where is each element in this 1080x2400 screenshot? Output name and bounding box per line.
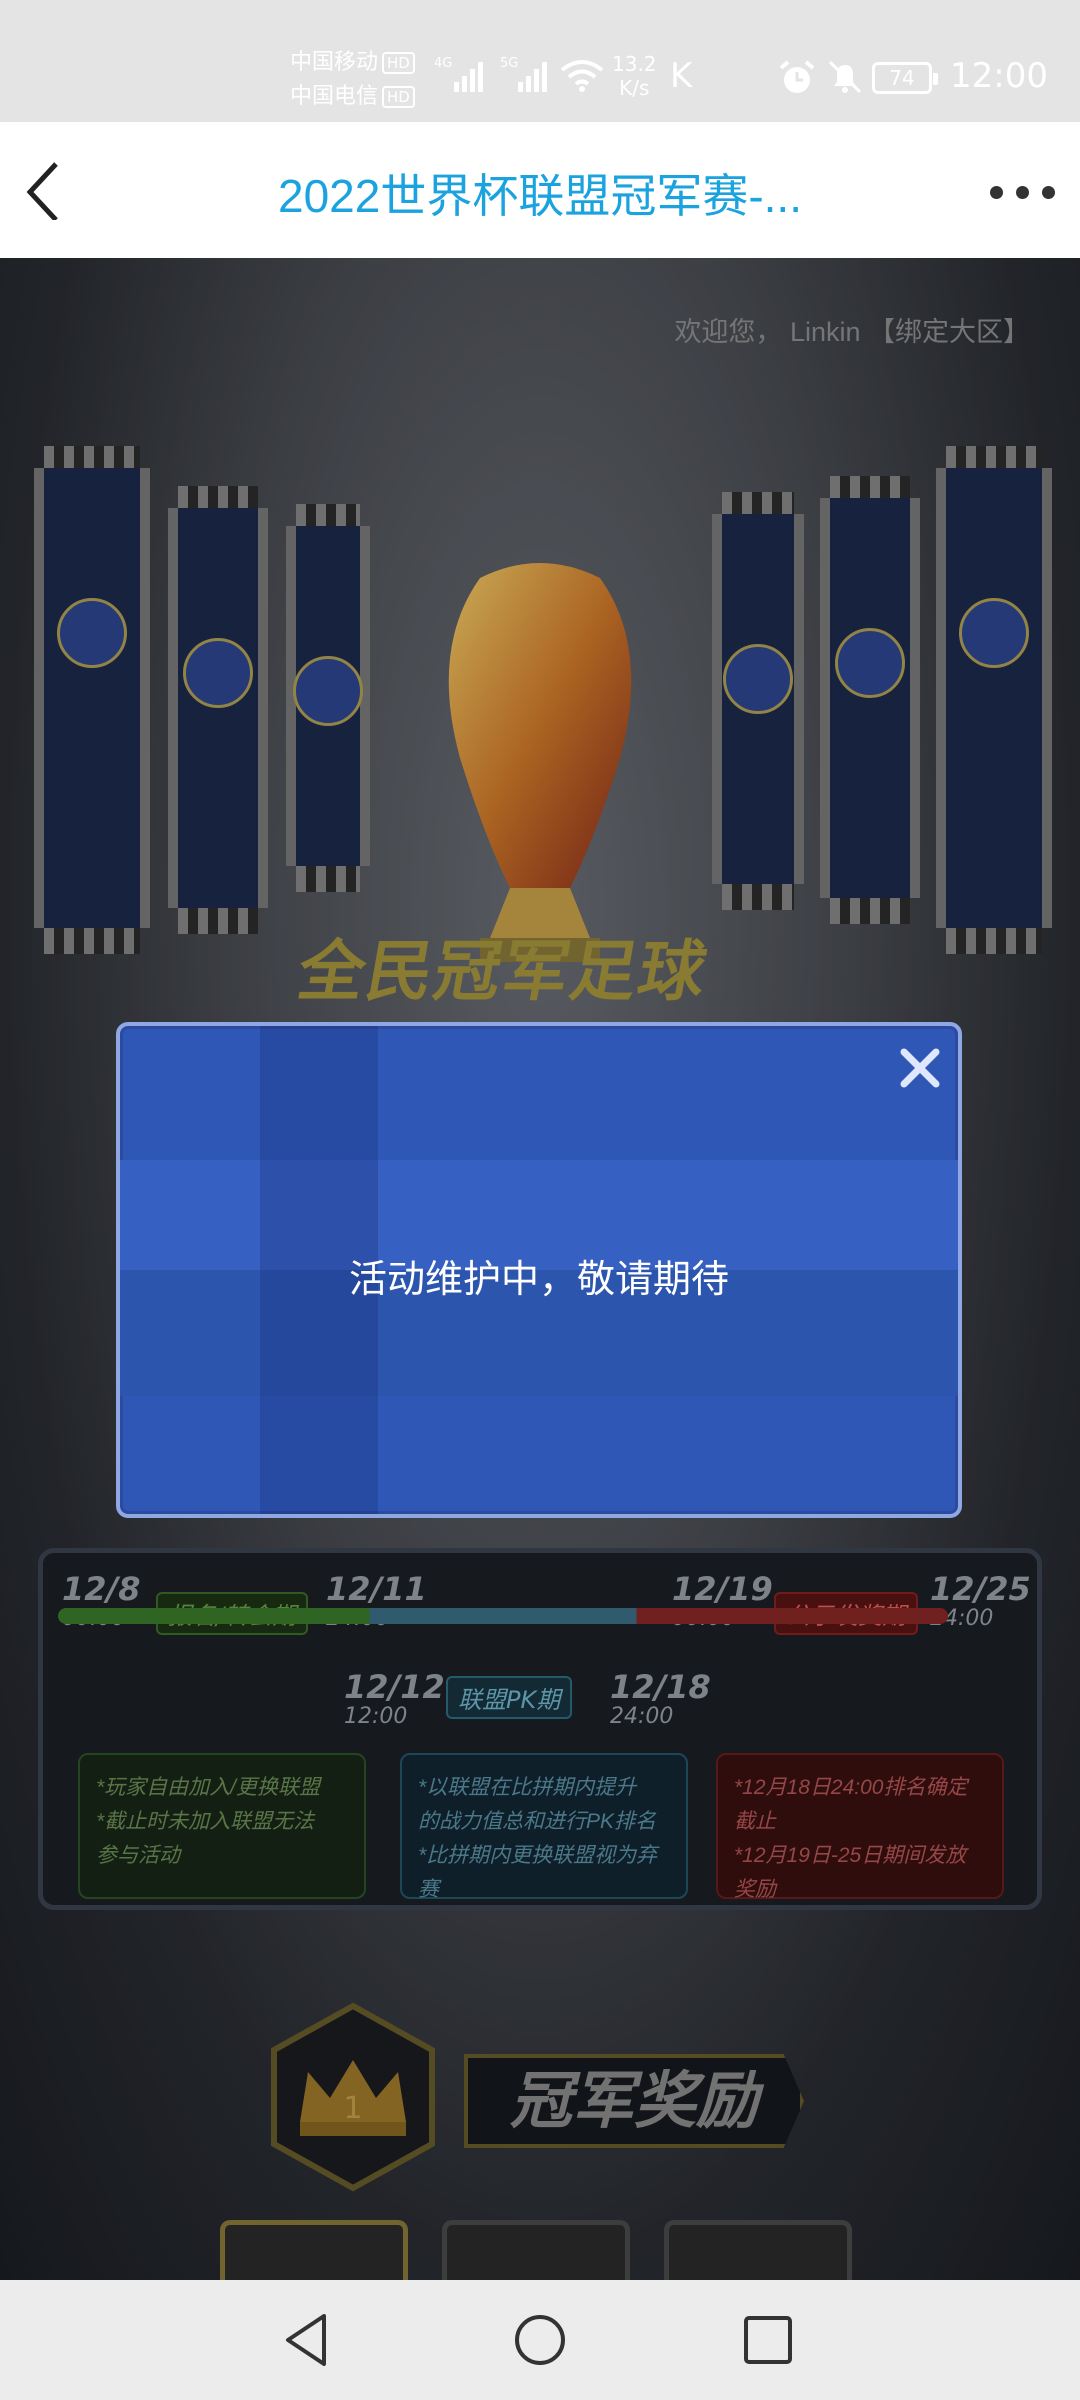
maintenance-dialog: 活动维护中，敬请期待 xyxy=(116,1022,962,1518)
carrier-info: 中国移动 HD 中国电信 HD xyxy=(290,46,415,114)
app-header: 2022世界杯联盟冠军赛-... xyxy=(0,122,1080,258)
k-icon: K xyxy=(670,56,693,96)
clock: 12:00 xyxy=(950,56,1048,96)
nav-recents-icon[interactable] xyxy=(736,2308,800,2372)
system-nav-bar xyxy=(0,2280,1080,2400)
wifi-icon xyxy=(560,60,604,92)
back-arrow-icon[interactable] xyxy=(18,160,78,220)
close-icon[interactable] xyxy=(898,1046,942,1090)
mute-bell-icon xyxy=(828,60,862,94)
signal-icon xyxy=(518,60,552,92)
carrier-2: 中国电信 xyxy=(290,84,379,109)
signal-icon xyxy=(454,60,488,92)
network-type-4g: 4G xyxy=(434,56,453,71)
nav-home-icon[interactable] xyxy=(508,2308,572,2372)
network-type-5g: 5G xyxy=(500,56,519,71)
alarm-icon xyxy=(779,60,815,93)
more-menu-icon[interactable] xyxy=(990,182,1056,202)
page-title: 2022世界杯联盟冠军赛-... xyxy=(278,170,802,222)
battery-icon: 74 xyxy=(872,62,938,94)
nav-back-icon[interactable] xyxy=(276,2308,340,2372)
dialog-message: 活动维护中，敬请期待 xyxy=(348,1259,729,1301)
carrier-1: 中国移动 xyxy=(290,50,379,75)
status-bar: 中国移动 HD 中国电信 HD 4G 5G 13.2 K/s K 74 12:00 xyxy=(0,0,1080,122)
hd-badge: HD xyxy=(382,86,415,108)
network-speed: 13.2 K/s xyxy=(612,52,657,100)
hd-badge: HD xyxy=(382,52,415,74)
